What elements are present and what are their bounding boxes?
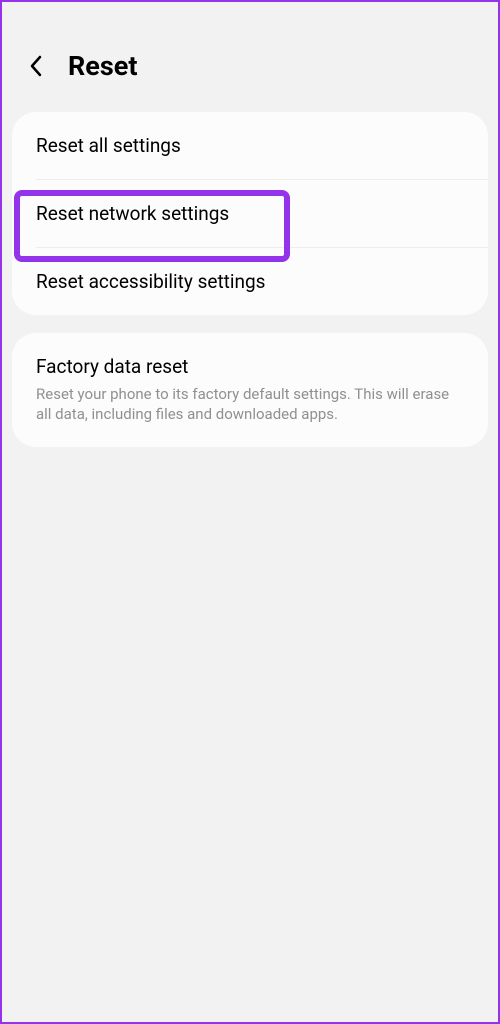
list-item-subtitle: Reset your phone to its factory default … — [36, 384, 464, 425]
list-item-label: Reset all settings — [36, 134, 464, 157]
reset-accessibility-settings-item[interactable]: Reset accessibility settings — [12, 248, 488, 315]
list-item-label: Reset network settings — [36, 202, 464, 225]
list-item-label: Factory data reset — [36, 355, 464, 378]
reset-all-settings-item[interactable]: Reset all settings — [12, 112, 488, 179]
settings-group-2: Factory data reset Reset your phone to i… — [12, 333, 488, 447]
header: Reset — [2, 2, 498, 112]
list-item-label: Reset accessibility settings — [36, 270, 464, 293]
settings-group-1: Reset all settings Reset network setting… — [12, 112, 488, 315]
back-icon[interactable] — [24, 54, 48, 78]
reset-network-settings-item[interactable]: Reset network settings — [12, 180, 488, 247]
page-title: Reset — [68, 50, 137, 82]
factory-data-reset-item[interactable]: Factory data reset Reset your phone to i… — [12, 333, 488, 447]
